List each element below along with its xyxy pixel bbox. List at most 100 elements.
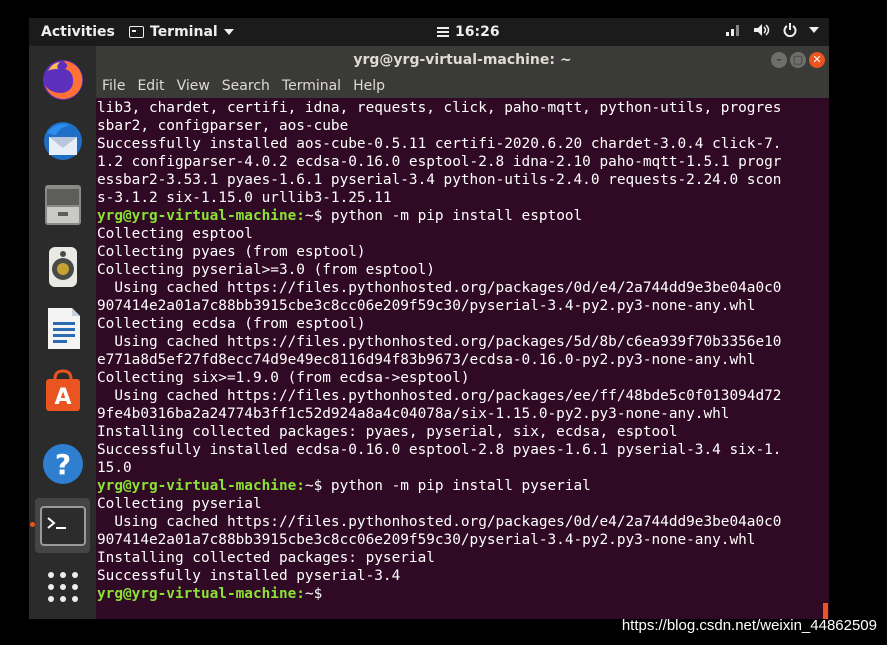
maximize-button[interactable]: ▢ <box>790 52 806 68</box>
line-text: 907414e2a01a7c88bb3915cbe3c8cc06e209f59c… <box>97 298 756 314</box>
window-title: yrg@yrg-virtual-machine: ~ <box>353 52 572 68</box>
terminal-line: Successfully installed ecdsa-0.16.0 espt… <box>97 441 827 459</box>
dock-thunderbird[interactable] <box>35 114 90 169</box>
menu-view[interactable]: View <box>171 74 216 98</box>
menu-edit[interactable]: Edit <box>131 74 170 98</box>
dock-help[interactable]: ? <box>35 436 90 491</box>
dock: A ? <box>29 46 96 619</box>
close-button[interactable]: ✕ <box>809 52 825 68</box>
line-text: Collecting pyserial <box>97 496 262 512</box>
terminal-line: 907414e2a01a7c88bb3915cbe3c8cc06e209f59c… <box>97 531 827 549</box>
dock-terminal[interactable] <box>30 498 90 553</box>
terminal-line: e771a8d5ef27fd8ecc74d9e49ec8116d94f83b96… <box>97 351 827 369</box>
terminal-line: 907414e2a01a7c88bb3915cbe3c8cc06e209f59c… <box>97 297 827 315</box>
line-text: 15.0 <box>97 460 132 476</box>
watermark: https://blog.csdn.net/weixin_44862509 <box>621 617 877 634</box>
line-text: Collecting six>=1.9.0 (from ecdsa->espto… <box>97 370 470 386</box>
chevron-down-icon <box>809 27 819 33</box>
line-text: ~$ <box>304 586 323 602</box>
minimize-button[interactable]: – <box>771 52 787 68</box>
terminal-output[interactable]: lib3, chardet, certifi, idna, requests, … <box>97 99 827 619</box>
line-text: Using cached https://files.pythonhosted.… <box>97 280 782 296</box>
power-icon <box>783 23 797 37</box>
app-menu[interactable]: Terminal <box>129 24 234 40</box>
terminal-prompt-line: yrg@yrg-virtual-machine:~$ python -m pip… <box>97 207 827 225</box>
line-text: lib3, chardet, certifi, idna, requests, … <box>97 100 782 116</box>
line-text: Installing collected packages: pyaes, py… <box>97 424 678 440</box>
terminal-line: Using cached https://files.pythonhosted.… <box>97 279 827 297</box>
dock-rhythmbox[interactable] <box>35 238 90 293</box>
line-text: sbar2, configparser, aos-cube <box>97 118 349 134</box>
running-indicator <box>30 522 35 527</box>
line-text: Installing collected packages: pyserial <box>97 550 435 566</box>
terminal-window: yrg@yrg-virtual-machine: ~ – ▢ ✕ File Ed… <box>96 46 829 619</box>
line-text: Using cached https://files.pythonhosted.… <box>97 388 782 404</box>
rhythmbox-icon <box>48 246 77 287</box>
terminal-small-icon <box>129 26 144 38</box>
line-text: Using cached https://files.pythonhosted.… <box>97 514 782 530</box>
terminal-line: 1.2 configparser-4.0.2 ecdsa-0.16.0 espt… <box>97 153 827 171</box>
clock-time: 16:26 <box>455 24 500 40</box>
thunderbird-icon <box>43 121 82 160</box>
terminal-line: Collecting esptool <box>97 225 827 243</box>
system-menu[interactable] <box>725 23 819 37</box>
line-text: Collecting pyaes (from esptool) <box>97 244 366 260</box>
dock-writer[interactable] <box>35 300 90 355</box>
terminal-line: Using cached https://files.pythonhosted.… <box>97 333 827 351</box>
terminal-line: lib3, chardet, certifi, idna, requests, … <box>97 99 827 117</box>
prompt-user-host: yrg@yrg-virtual-machine: <box>97 478 305 494</box>
prompt-user-host: yrg@yrg-virtual-machine: <box>97 586 305 602</box>
writer-icon <box>47 307 80 349</box>
notification-icon <box>437 27 449 37</box>
software-icon: A <box>45 368 80 411</box>
terminal-icon <box>39 505 86 546</box>
menu-bar: File Edit View Search Terminal Help <box>96 74 829 98</box>
dock-firefox[interactable] <box>35 52 90 107</box>
line-text: Collecting pyserial>=3.0 (from esptool) <box>97 262 435 278</box>
terminal-line: Collecting pyserial <box>97 495 827 513</box>
dock-files[interactable] <box>35 176 90 231</box>
line-text: 1.2 configparser-4.0.2 ecdsa-0.16.0 espt… <box>97 154 782 170</box>
terminal-line: s-3.1.2 six-1.15.0 urllib3-1.25.11 <box>97 189 827 207</box>
line-text: Successfully installed pyserial-3.4 <box>97 568 401 584</box>
dock-show-apps[interactable] <box>35 559 90 614</box>
top-bar: Activities Terminal 16:26 <box>29 18 829 46</box>
terminal-prompt-line: yrg@yrg-virtual-machine:~$ <box>97 585 827 603</box>
terminal-line: Successfully installed aos-cube-0.5.11 c… <box>97 135 827 153</box>
menu-terminal[interactable]: Terminal <box>276 74 347 98</box>
line-text: Collecting ecdsa (from esptool) <box>97 316 366 332</box>
terminal-line: Successfully installed pyserial-3.4 <box>97 567 827 585</box>
line-text: ~$ python -m pip install pyserial <box>304 478 591 494</box>
menu-file[interactable]: File <box>96 74 131 98</box>
terminal-line: 9fe4b0316ba2a24774b3ff1c52d924a8a4c04078… <box>97 405 827 423</box>
app-menu-label: Terminal <box>150 24 218 40</box>
window-titlebar[interactable]: yrg@yrg-virtual-machine: ~ – ▢ ✕ <box>96 46 829 74</box>
terminal-prompt-line: yrg@yrg-virtual-machine:~$ python -m pip… <box>97 477 827 495</box>
terminal-line: Collecting pyaes (from esptool) <box>97 243 827 261</box>
line-text: Successfully installed aos-cube-0.5.11 c… <box>97 136 782 152</box>
line-text: 9fe4b0316ba2a24774b3ff1c52d924a8a4c04078… <box>97 406 730 422</box>
show-apps-icon <box>47 571 78 602</box>
svg-text:?: ? <box>54 448 70 481</box>
dock-software[interactable]: A <box>35 362 90 417</box>
line-text: ~$ python -m pip install esptool <box>304 208 583 224</box>
activities-button[interactable]: Activities <box>41 24 115 40</box>
terminal-line: Installing collected packages: pyserial <box>97 549 827 567</box>
terminal-line: sbar2, configparser, aos-cube <box>97 117 827 135</box>
line-text: e771a8d5ef27fd8ecc74d9e49ec8116d94f83b96… <box>97 352 756 368</box>
terminal-line: Collecting six>=1.9.0 (from ecdsa->espto… <box>97 369 827 387</box>
menu-help[interactable]: Help <box>347 74 391 98</box>
line-text: s-3.1.2 six-1.15.0 urllib3-1.25.11 <box>97 190 392 206</box>
line-text: Successfully installed ecdsa-0.16.0 espt… <box>97 442 782 458</box>
network-icon <box>726 25 739 36</box>
line-text: 907414e2a01a7c88bb3915cbe3c8cc06e209f59c… <box>97 532 756 548</box>
terminal-line: Collecting ecdsa (from esptool) <box>97 315 827 333</box>
menu-search[interactable]: Search <box>216 74 276 98</box>
svg-text:A: A <box>54 385 71 410</box>
terminal-line: 15.0 <box>97 459 827 477</box>
terminal-line: essbar2-3.53.1 pyaes-1.6.1 pyserial-3.4 … <box>97 171 827 189</box>
line-text: Using cached https://files.pythonhosted.… <box>97 334 782 350</box>
clock[interactable]: 16:26 <box>437 24 500 40</box>
terminal-line: Using cached https://files.pythonhosted.… <box>97 513 827 531</box>
help-icon: ? <box>42 443 83 484</box>
